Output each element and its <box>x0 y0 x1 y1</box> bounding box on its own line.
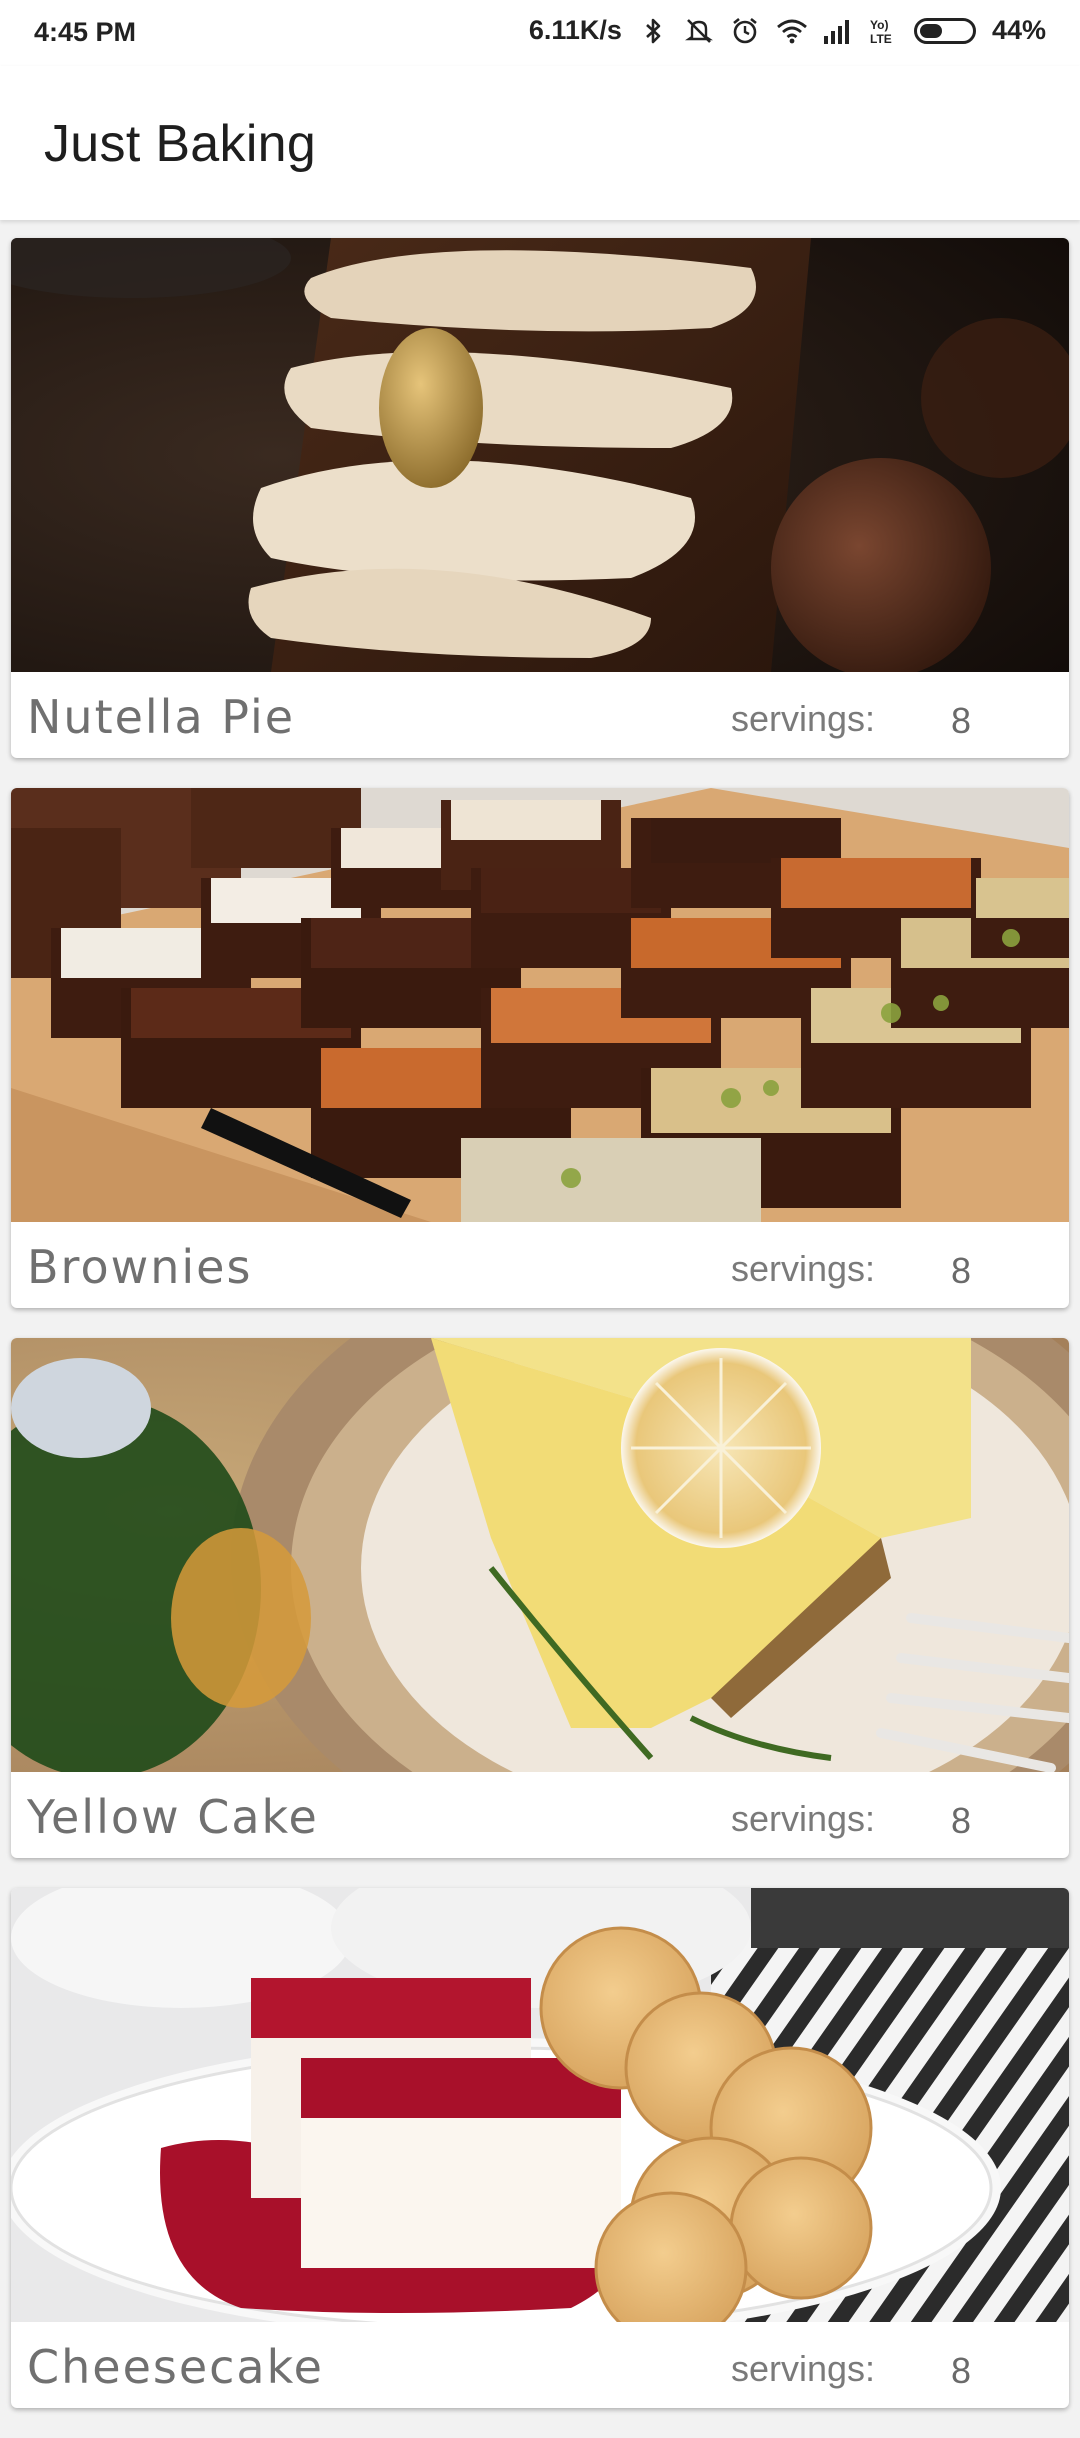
recipe-list[interactable]: Nutella Pie servings: 8 Brownies serving… <box>11 238 1069 2438</box>
volte-icon: Yo) LTE <box>868 16 898 46</box>
recipe-image-brownies <box>11 788 1069 1222</box>
recipe-info: Cheesecake servings: 8 <box>11 2322 1069 2408</box>
recipe-card-brownies[interactable]: Brownies servings: 8 <box>11 788 1069 1308</box>
svg-text:LTE: LTE <box>870 32 892 46</box>
app-bar: Just Baking <box>0 66 1080 220</box>
servings-label: servings: <box>731 1798 876 1839</box>
servings-label: servings: <box>731 698 876 739</box>
servings-value: 8 <box>951 2350 972 2391</box>
bluetooth-icon <box>638 16 668 46</box>
recipe-image-yellow-cake <box>11 1338 1069 1772</box>
servings-value: 8 <box>951 1800 972 1841</box>
recipe-card-cheesecake[interactable]: Cheesecake servings: 8 <box>11 1888 1069 2408</box>
battery-percent: 44% <box>991 15 1046 45</box>
network-speed: 6.11K/s <box>528 15 622 45</box>
battery-icon <box>913 17 976 44</box>
servings-value: 8 <box>951 700 972 741</box>
alarm-icon <box>730 16 760 46</box>
status-icons: 6.11K/s Yo) LTE 44% <box>529 15 1046 46</box>
recipe-image-nutella-pie <box>11 238 1069 672</box>
servings-value: 8 <box>951 1250 972 1291</box>
wifi-icon <box>776 16 807 46</box>
signal-icon <box>822 16 852 46</box>
recipe-card-yellow-cake[interactable]: Yellow Cake servings: 8 <box>11 1338 1069 1858</box>
app-title: Just Baking <box>44 115 317 173</box>
recipe-name: Nutella Pie <box>27 690 296 744</box>
status-time: 4:45 PM <box>34 17 137 47</box>
servings-label: servings: <box>731 1248 876 1289</box>
svg-text:Yo): Yo) <box>870 18 888 32</box>
recipe-name: Brownies <box>27 1240 253 1294</box>
recipe-info: Nutella Pie servings: 8 <box>11 672 1069 758</box>
recipe-name: Cheesecake <box>27 2340 324 2394</box>
recipe-name: Yellow Cake <box>27 1790 319 1844</box>
recipe-info: Yellow Cake servings: 8 <box>11 1772 1069 1858</box>
status-bar: 4:45 PM 6.11K/s Yo) LTE 44% <box>0 0 1080 66</box>
recipe-image-cheesecake <box>11 1888 1069 2322</box>
battery-fill <box>919 23 942 38</box>
mute-icon <box>684 16 714 46</box>
recipe-info: Brownies servings: 8 <box>11 1222 1069 1308</box>
servings-label: servings: <box>731 2348 876 2389</box>
recipe-card-nutella-pie[interactable]: Nutella Pie servings: 8 <box>11 238 1069 758</box>
